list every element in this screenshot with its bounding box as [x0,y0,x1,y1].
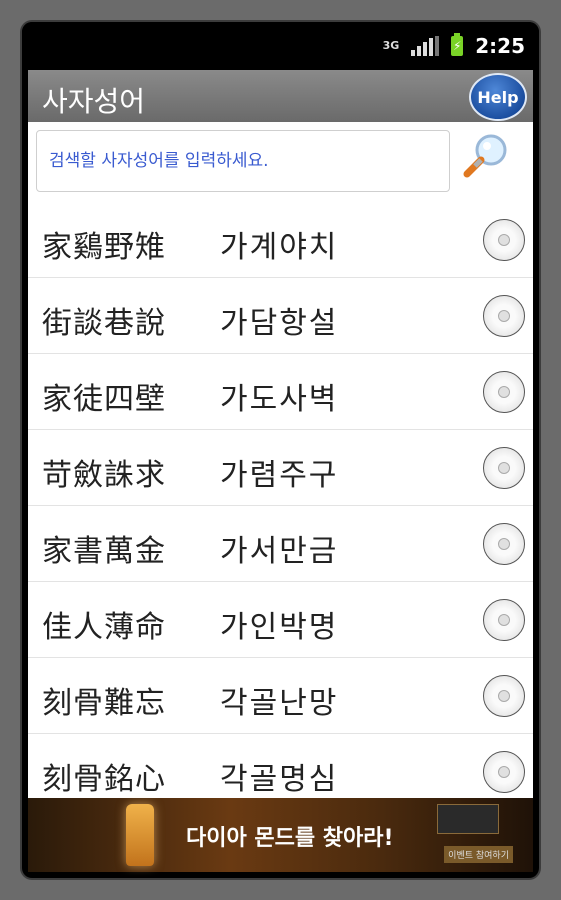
network-type: 3G [382,39,400,52]
idiom-hangul: 각골명심 [220,762,339,797]
idiom-hangul: 각골난망 [220,686,339,721]
radio-button[interactable] [483,599,525,641]
search-icon[interactable] [461,130,513,182]
idiom-hanja: 苛斂誅求 [42,458,166,493]
status-bar: 3G ⚡ 2:25 [22,22,539,70]
radio-button[interactable] [483,219,525,261]
idiom-hanja: 刻骨難忘 [42,686,166,721]
radio-button[interactable] [483,371,525,413]
list-item[interactable]: 刻骨銘心 각골명심 [28,734,533,798]
radio-button[interactable] [483,523,525,565]
radio-button[interactable] [483,447,525,489]
ad-sub-button[interactable]: 이벤트 참여하기 [444,846,513,863]
idiom-hangul: 가서만금 [220,534,339,569]
idiom-hangul: 가렴주구 [220,458,339,493]
search-input[interactable] [36,130,450,192]
idiom-hanja: 家鷄野雉 [42,230,166,265]
brand-logo [437,804,499,834]
radio-button[interactable] [483,295,525,337]
idiom-hangul: 가인박명 [220,610,339,645]
app-bar: 사자성어 Help [28,70,533,122]
bottle-image [126,804,154,866]
clock: 2:25 [475,34,525,58]
ad-banner[interactable]: 다이아 몬드를 찾아라! 이벤트 참여하기 [28,798,533,872]
list-item[interactable]: 苛斂誅求 가렴주구 [28,430,533,506]
list-item[interactable]: 佳人薄命 가인박명 [28,582,533,658]
list-item[interactable]: 家書萬金 가서만금 [28,506,533,582]
list-item[interactable]: 家鷄野雉 가계야치 [28,202,533,278]
idiom-list: 家鷄野雉 가계야치 街談巷說 가담항설 家徒四壁 가도사벽 苛斂誅求 가렴주구 … [28,202,533,798]
search-bar [28,122,533,200]
idiom-hanja: 家徒四壁 [42,382,166,417]
battery-charging-icon: ⚡ [451,33,464,56]
idiom-hangul: 가계야치 [220,230,339,265]
radio-button[interactable] [483,675,525,717]
list-item[interactable]: 家徒四壁 가도사벽 [28,354,533,430]
app-title: 사자성어 [42,85,146,118]
idiom-hangul: 가담항설 [220,306,339,341]
idiom-hanja: 街談巷說 [42,306,166,341]
signal-icon [411,36,440,56]
idiom-hanja: 刻骨銘心 [42,762,166,797]
help-button[interactable]: Help [469,73,527,121]
radio-button[interactable] [483,751,525,793]
idiom-hanja: 家書萬金 [42,534,166,569]
list-item[interactable]: 刻骨難忘 각골난망 [28,658,533,734]
main-content: 家鷄野雉 가계야치 街談巷說 가담항설 家徒四壁 가도사벽 苛斂誅求 가렴주구 … [28,122,533,798]
idiom-hangul: 가도사벽 [220,382,339,417]
phone-screen: 3G ⚡ 2:25 사자성어 Help 家鷄野雉 가계야치 [22,22,539,878]
list-item[interactable]: 街談巷說 가담항설 [28,278,533,354]
status-icons: 3G ⚡ 2:25 [382,33,525,58]
ad-headline: 다이아 몬드를 찾아라! [186,826,394,851]
idiom-hanja: 佳人薄命 [42,610,166,645]
